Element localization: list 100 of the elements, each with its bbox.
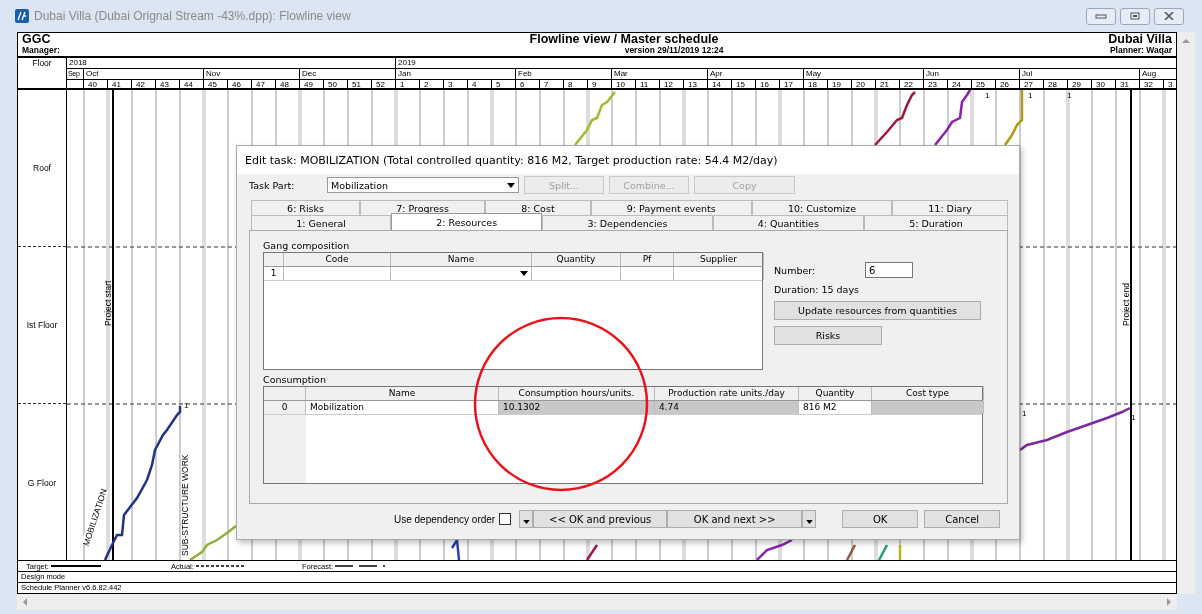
caret-icon [805, 520, 813, 524]
tab[interactable]: 3: Dependencies [542, 215, 713, 230]
week-cell: 15 [732, 80, 756, 88]
column-header: Production rate units./day [655, 387, 799, 400]
flowline [934, 90, 972, 146]
week-cell: 12 [660, 80, 684, 88]
flowline-mark: 1 [1067, 92, 1072, 100]
week-cell: 1 [396, 80, 420, 88]
duration-label: Duration: 15 days [774, 284, 860, 295]
tab[interactable]: 5: Duration [864, 215, 1008, 230]
planner-label: Planner: Waqar [1109, 45, 1172, 56]
week-cell: 44 [180, 80, 204, 88]
week-cell: 46 [228, 80, 252, 88]
month-cell: Apr [708, 69, 804, 79]
number-field[interactable]: 6 [865, 262, 913, 278]
tab[interactable]: 4: Quantities [712, 215, 865, 230]
side-button[interactable]: Risks [774, 326, 882, 345]
horizontal-scrollbar[interactable] [17, 594, 1177, 610]
vertical-scrollbar[interactable] [1177, 32, 1195, 594]
flowline-mark: 1 [985, 92, 990, 100]
tab[interactable]: 7: Progress [360, 200, 486, 215]
flowline [874, 91, 916, 146]
flowline [585, 544, 599, 560]
week-cell: 29 [1068, 80, 1092, 88]
tab[interactable]: 6: Risks [251, 200, 361, 215]
column-header: Consumption hours/units. [499, 387, 655, 400]
dialog-title: Edit task: MOBILIZATION (Total controlled quantity: 816 M2, Target production rate: 54.4 M2/day) [245, 153, 778, 167]
scroll-right-icon[interactable] [1166, 597, 1172, 607]
minimize-button[interactable] [1086, 7, 1116, 25]
tab[interactable]: 2: Resources [391, 213, 543, 230]
week-cell: 48 [276, 80, 300, 88]
flowline-mark: 1 [1131, 414, 1136, 422]
dropdown-button[interactable] [519, 510, 534, 528]
row-number: 1 [264, 267, 284, 280]
dropdown-arrow-icon[interactable] [520, 271, 528, 276]
week-cell: 32 [1140, 80, 1164, 88]
week-cell: 13 [684, 80, 708, 88]
dialog-button[interactable]: OK [842, 510, 919, 528]
floor-label: G Floor [27, 477, 57, 488]
dialog-button[interactable]: Cancel [924, 510, 1001, 528]
side-button[interactable]: Update resources from quantities [774, 301, 981, 320]
week-cell: 9 [588, 80, 612, 88]
week-cell: 50 [324, 80, 348, 88]
year-cell: 2018 [67, 58, 396, 68]
week-cell: 10 [612, 80, 636, 88]
month-cell: Dec [300, 69, 396, 79]
month-cell: Feb [516, 69, 612, 79]
minimize-icon [1095, 12, 1107, 20]
scroll-up-icon[interactable] [1181, 38, 1191, 44]
week-cell: 11 [636, 80, 660, 88]
week-cell: 26 [996, 80, 1020, 88]
floor-label: Ist Floor [26, 320, 58, 330]
month-cell: May [804, 69, 924, 79]
nav-button[interactable]: OK and next >> [667, 510, 803, 528]
week-cell: 40 [84, 80, 108, 88]
month-cell: Jan [396, 69, 516, 79]
week-cell: 24 [948, 80, 972, 88]
week-cell: 20 [852, 80, 876, 88]
flowline [1003, 90, 1024, 146]
schedule-title: Flowline view / Master schedule [529, 34, 719, 45]
scroll-left-icon[interactable] [22, 597, 28, 607]
caret-icon [507, 183, 515, 188]
version-label: version 29/11/2019 12:24 [624, 45, 724, 56]
month-cell: Mar [612, 69, 708, 79]
flowline [574, 91, 616, 146]
column-header: Code [284, 253, 391, 266]
milestone-label: Project start [103, 280, 113, 326]
milestone-label: Project end [1121, 283, 1131, 326]
column-header: Cost type [872, 387, 984, 400]
app-icon [15, 9, 29, 23]
flowline [877, 544, 889, 560]
number-label: Number: [774, 264, 817, 276]
tab[interactable]: 9: Payment events [590, 200, 752, 215]
week-cell: 14 [708, 80, 732, 88]
close-button[interactable] [1154, 7, 1184, 25]
tab[interactable]: 11: Diary [892, 200, 1009, 215]
dependency-order-checkbox[interactable] [499, 513, 512, 525]
nav-button[interactable]: << OK and previous [533, 510, 668, 528]
month-cell: Oct [84, 69, 204, 79]
task-part-dropdown[interactable]: Mobilization [327, 177, 519, 193]
week-cell: 52 [372, 80, 396, 88]
legend-line [335, 564, 386, 568]
week-cell: 5 [492, 80, 516, 88]
tab[interactable]: 1: General [251, 215, 392, 230]
tab[interactable]: 8: Cost [485, 200, 591, 215]
week-cell: 49 [300, 80, 324, 88]
legend-line [50, 564, 101, 568]
project-name: Dubai Villa [1108, 34, 1172, 45]
week-cell: 2 [420, 80, 444, 88]
dropdown-button[interactable] [802, 510, 817, 528]
maximize-button[interactable] [1120, 7, 1150, 25]
column-header: Quantity [532, 253, 621, 266]
tab[interactable]: 10: Customize [751, 200, 893, 215]
week-cell: 22 [900, 80, 924, 88]
week-cell: 25 [972, 80, 996, 88]
section-title: Gang composition [263, 240, 351, 252]
dependency-order-label: Use dependency order [394, 513, 496, 525]
column-header: Name [306, 387, 499, 400]
task-part-label: Task Part: [249, 179, 296, 191]
week-cell: 30 [1092, 80, 1116, 88]
